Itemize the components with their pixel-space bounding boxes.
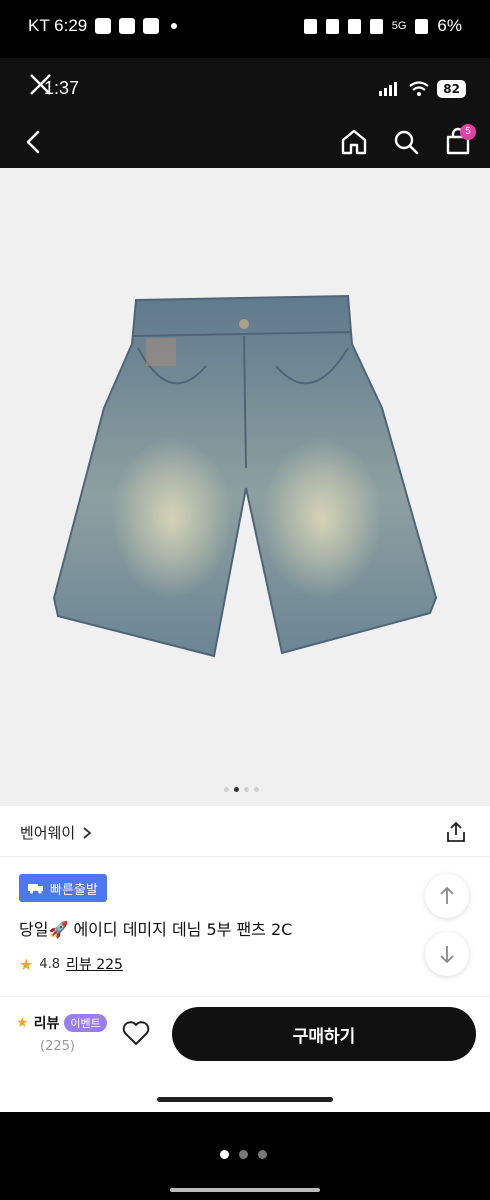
close-icon[interactable] xyxy=(26,70,56,100)
signal-bars-icon xyxy=(379,82,398,96)
location-icon xyxy=(369,18,383,34)
star-icon: ★ xyxy=(19,954,34,974)
inner-battery: 82 xyxy=(437,80,466,98)
inner-status-bar: 1:37 82 xyxy=(0,58,490,116)
network-label: 5G xyxy=(391,20,407,32)
b-app-icon xyxy=(119,18,136,34)
device-status-bar: KT 6:29 5G 6% xyxy=(0,0,490,58)
review-link[interactable]: 리뷰 225 xyxy=(66,954,123,974)
gallery-footer xyxy=(0,1112,490,1200)
fast-shipping-badge: 빠른출발 xyxy=(19,874,107,902)
brand-name: 벤어웨이 xyxy=(20,824,76,842)
review-label: 리뷰 xyxy=(33,1016,60,1032)
gallery-dot[interactable] xyxy=(258,1150,267,1159)
share-icon[interactable] xyxy=(444,820,468,844)
home-indicator xyxy=(157,1097,333,1102)
status-right: 5G 6% xyxy=(303,16,462,36)
carousel-indicator xyxy=(224,787,259,792)
product-image[interactable] xyxy=(0,168,490,806)
review-summary[interactable]: ★ 리뷰 이벤트 (225) xyxy=(16,1013,107,1054)
product-info: 벤어웨이 빠른출발 당일🚀 에이디 데미지 데님 5부 팬츠 2C ★ 4.8 … xyxy=(0,806,490,1112)
carousel-dot[interactable] xyxy=(244,787,249,792)
gallery-icon xyxy=(143,18,160,34)
gallery-page-indicator xyxy=(220,1150,267,1159)
signal-icon xyxy=(415,18,429,34)
talk-icon xyxy=(95,18,112,34)
denim-shorts-image xyxy=(52,294,438,658)
arrow-down-icon xyxy=(440,946,454,964)
more-notifications-icon xyxy=(171,23,178,29)
review-count: (225) xyxy=(40,1039,75,1054)
inner-status-right: 82 xyxy=(379,80,466,98)
home-icon[interactable] xyxy=(338,126,370,158)
rating-row: ★ 4.8 리뷰 225 xyxy=(19,954,123,974)
search-icon[interactable] xyxy=(390,126,422,158)
wifi-icon xyxy=(409,81,429,96)
gallery-dot-active[interactable] xyxy=(220,1150,229,1159)
star-icon: ★ xyxy=(16,1015,29,1031)
status-left: KT 6:29 xyxy=(28,16,178,36)
brand-link[interactable]: 벤어웨이 xyxy=(20,822,93,843)
fast-shipping-label: 빠른출발 xyxy=(50,882,98,898)
gallery-dot[interactable] xyxy=(239,1150,248,1159)
rating-value: 4.8 xyxy=(39,956,61,972)
carousel-dot[interactable] xyxy=(224,787,229,792)
back-button[interactable] xyxy=(18,126,50,158)
app-header: 5 xyxy=(0,116,490,168)
event-badge: 이벤트 xyxy=(64,1014,107,1032)
carousel-dot[interactable] xyxy=(254,787,259,792)
arrow-up-icon xyxy=(440,886,454,904)
divider xyxy=(0,856,490,857)
nfc-icon xyxy=(303,18,317,34)
cart-count-badge: 5 xyxy=(460,124,476,140)
buy-button[interactable]: 구매하기 xyxy=(172,1007,476,1061)
alarm-icon xyxy=(325,18,339,34)
carousel-dot-active[interactable] xyxy=(234,787,239,792)
truck-icon xyxy=(28,884,43,894)
purchase-bar: ★ 리뷰 이벤트 (225) 구매하기 xyxy=(0,996,490,1112)
product-title: 당일🚀 에이디 데미지 데님 5부 팬츠 2C xyxy=(19,920,293,939)
heart-icon[interactable] xyxy=(120,1017,152,1049)
chevron-right-icon xyxy=(83,826,92,839)
scroll-down-button[interactable] xyxy=(425,932,469,976)
carrier-time: KT 6:29 xyxy=(28,16,88,35)
device-home-indicator xyxy=(170,1188,320,1192)
mute-icon xyxy=(347,18,361,34)
battery-percent: 6% xyxy=(437,16,462,35)
scroll-up-button[interactable] xyxy=(425,874,469,918)
